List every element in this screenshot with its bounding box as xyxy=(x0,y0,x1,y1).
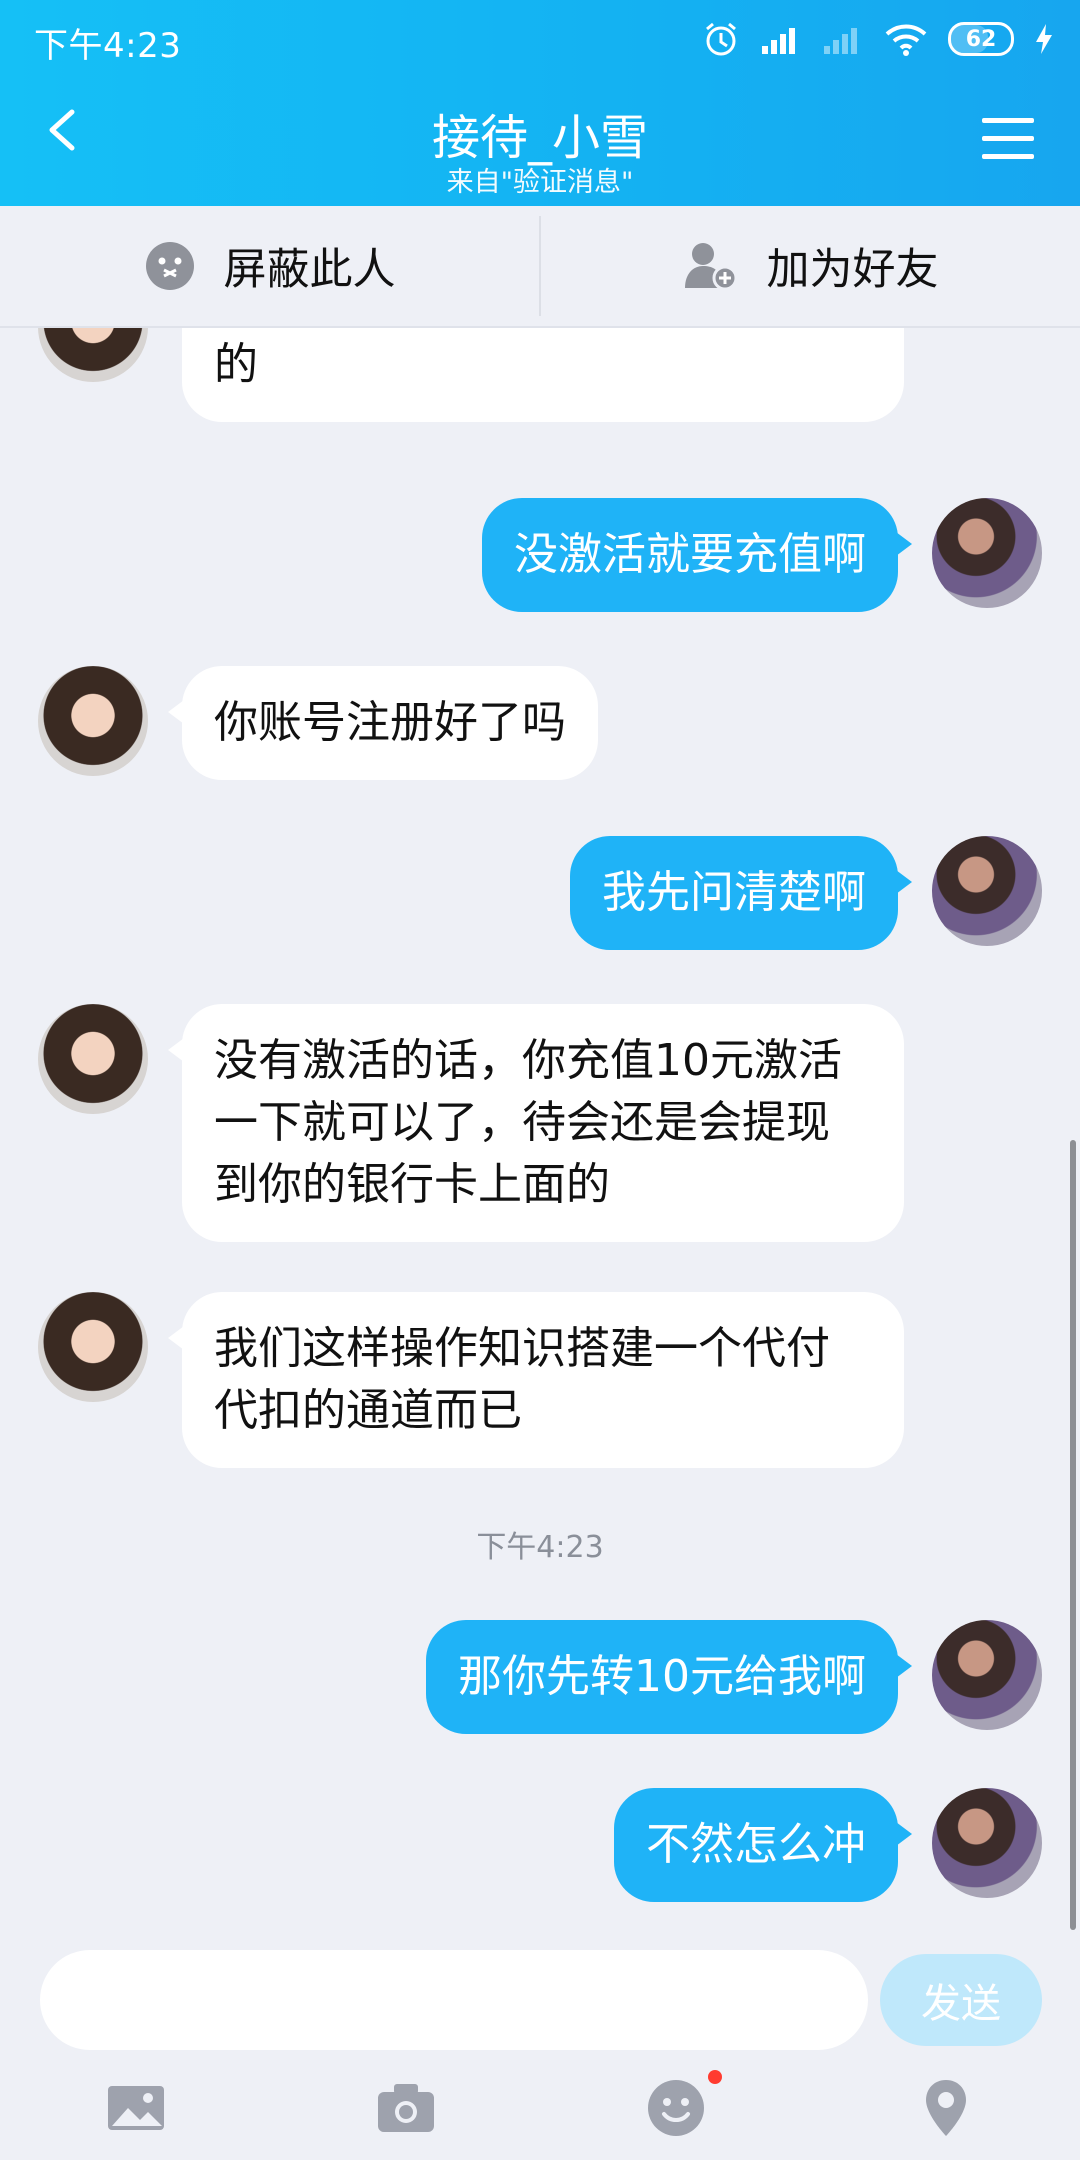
composer-toolbar xyxy=(0,2070,1080,2160)
message-list[interactable]: 要是已经激活额度是不需要充值的 没激活就要充值啊 你账号注册好了吗 我先问清楚啊… xyxy=(0,326,1080,1946)
charging-icon xyxy=(1036,24,1052,54)
status-time: 下午4:23 xyxy=(34,26,182,66)
camera-icon[interactable] xyxy=(374,2076,438,2140)
send-button[interactable]: 发送 xyxy=(880,1954,1042,2046)
message-bubble[interactable]: 要是已经激活额度是不需要充值的 xyxy=(182,326,904,422)
my-avatar[interactable] xyxy=(932,498,1042,608)
message-bubble[interactable]: 你账号注册好了吗 xyxy=(168,666,598,780)
add-friend-icon xyxy=(684,243,737,291)
message-timestamp: 下午4:23 xyxy=(476,1530,604,1565)
scrollbar[interactable] xyxy=(1070,1140,1076,1930)
composer: 发送 xyxy=(0,1946,1080,2160)
location-icon[interactable] xyxy=(914,2076,978,2140)
my-avatar[interactable] xyxy=(932,1620,1042,1730)
my-avatar[interactable] xyxy=(932,1788,1042,1898)
menu-icon[interactable] xyxy=(982,118,1034,162)
message-bubble[interactable]: 没有激活的话，你充值10元激活一下就可以了，待会还是会提现到你的银行卡上面的 xyxy=(168,1004,904,1242)
contact-avatar[interactable] xyxy=(38,666,148,776)
signal-icon xyxy=(762,28,795,54)
message-bubble[interactable]: 不然怎么冲 xyxy=(614,1788,912,1902)
contact-avatar[interactable] xyxy=(38,1004,148,1114)
image-icon[interactable] xyxy=(104,2076,168,2140)
battery-level: 62 xyxy=(965,26,997,52)
contact-avatar[interactable] xyxy=(38,1292,148,1402)
battery-indicator: 62 xyxy=(948,22,1014,56)
chat-title: 接待_小雪 xyxy=(431,110,648,166)
add-friend-label: 加为好友 xyxy=(766,245,939,295)
emoji-icon[interactable] xyxy=(644,2076,708,2140)
status-icons: 62 xyxy=(702,14,1054,64)
add-friend-button[interactable]: 加为好友 xyxy=(541,206,1080,326)
chat-subtitle: 来自"验证消息" xyxy=(446,167,634,198)
message-input[interactable] xyxy=(40,1950,868,2050)
message-bubble[interactable]: 那你先转10元给我啊 xyxy=(426,1620,912,1734)
message-bubble[interactable]: 没激活就要充值啊 xyxy=(482,498,912,612)
chat-header: 下午4:23 62 接待_小雪 来自"验证消息" xyxy=(0,0,1080,206)
alarm-icon xyxy=(706,22,736,56)
notification-dot xyxy=(708,2070,722,2084)
block-user-button[interactable]: 屏蔽此人 xyxy=(0,206,539,326)
message-bubble[interactable]: 我们这样操作知识搭建一个代付代扣的通道而已 xyxy=(168,1292,904,1468)
block-icon xyxy=(145,242,194,290)
my-avatar[interactable] xyxy=(932,836,1042,946)
block-user-label: 屏蔽此人 xyxy=(223,245,396,295)
wifi-icon xyxy=(885,24,927,56)
contact-avatar[interactable] xyxy=(38,326,148,382)
signal-weak-icon xyxy=(824,28,857,54)
stranger-action-bar: 屏蔽此人 加为好友 xyxy=(0,206,1080,328)
message-bubble[interactable]: 我先问清楚啊 xyxy=(570,836,912,950)
